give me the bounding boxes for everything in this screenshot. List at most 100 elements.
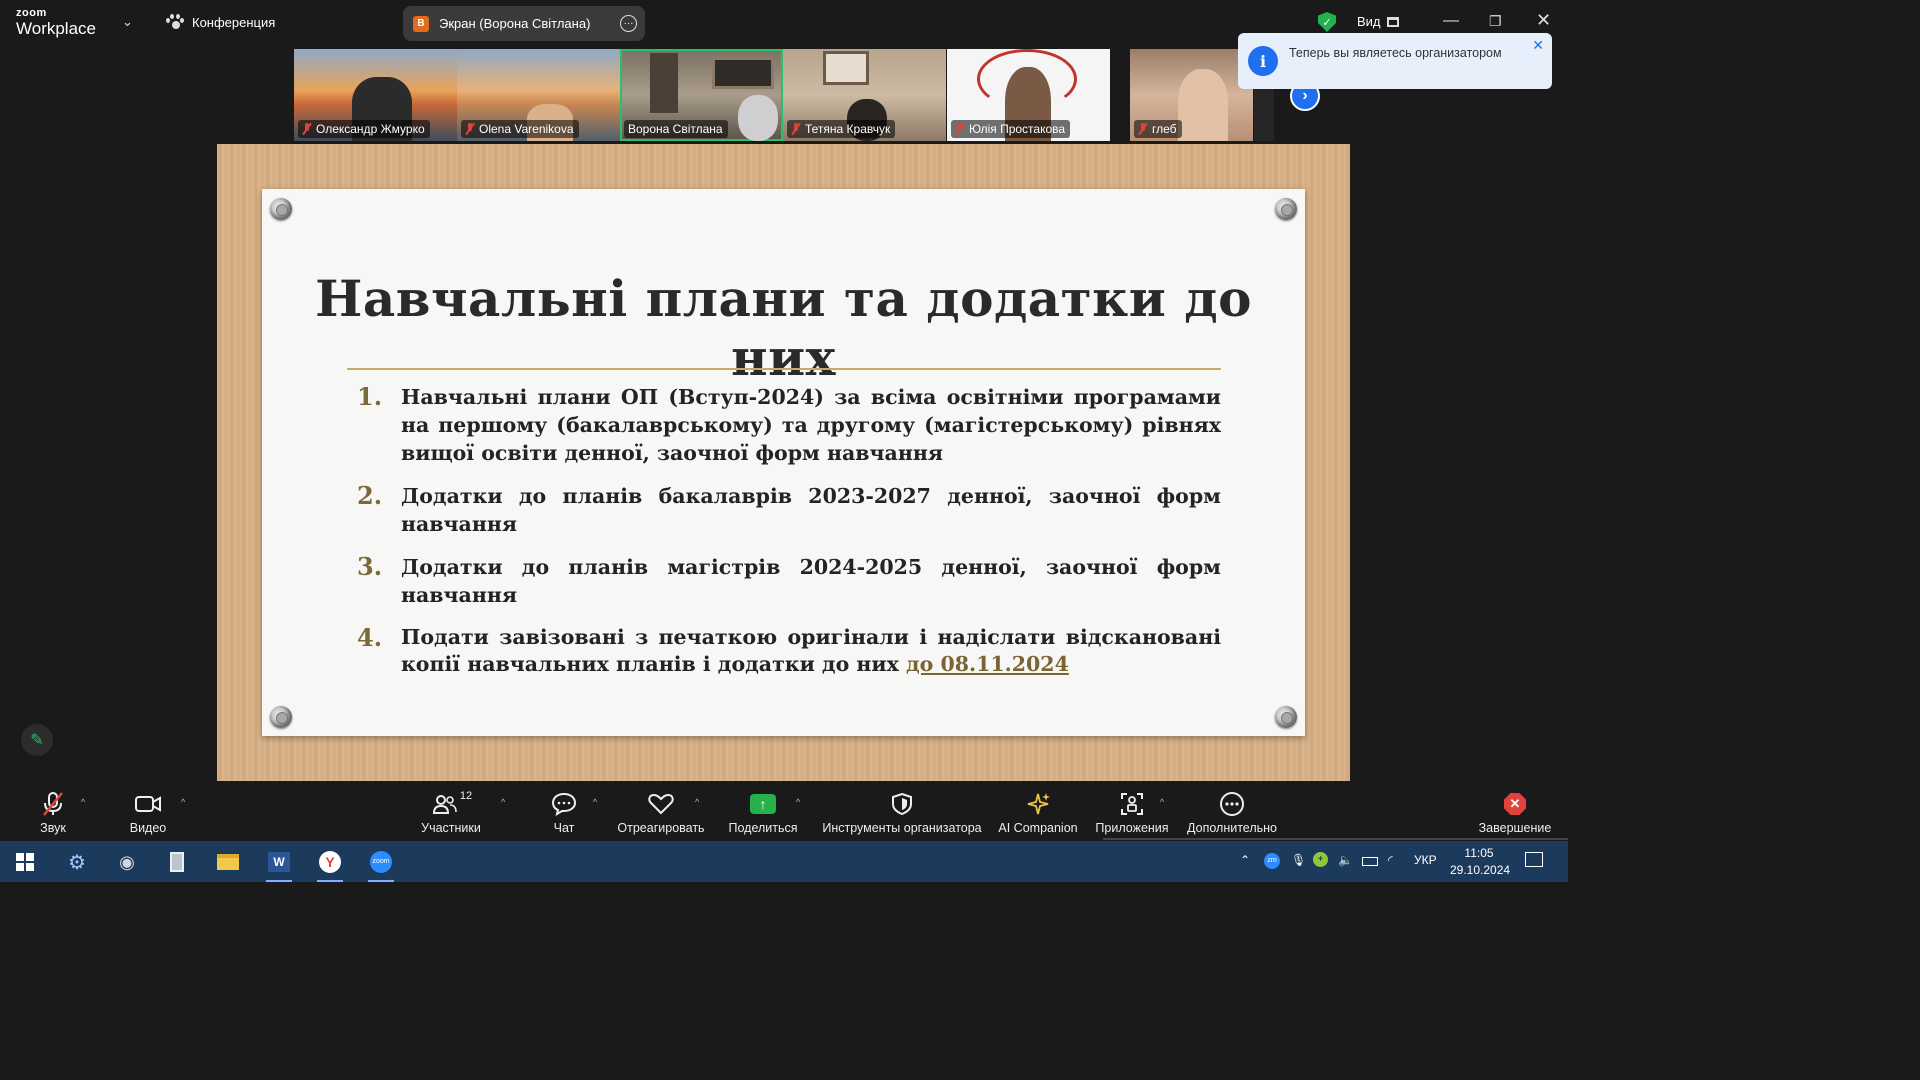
language-indicator[interactable]: УКР <box>1414 853 1437 867</box>
list-text: Навчальні плани ОП (Вступ-2024) за всіма… <box>401 385 1221 465</box>
list-number: 1. <box>357 382 383 411</box>
more-options-icon[interactable]: ··· <box>620 15 637 32</box>
participant-tile[interactable]: Юлія Простакова <box>947 49 1110 141</box>
mic-muted-icon <box>465 123 475 135</box>
paw-icon <box>166 14 184 30</box>
volume-icon[interactable]: 🔈 <box>1338 853 1353 867</box>
notifications-icon[interactable] <box>1525 852 1543 870</box>
tray-expand-chevron-icon[interactable]: ⌃ <box>1240 853 1250 867</box>
annotate-pencil-icon[interactable]: ✎ <box>21 724 53 756</box>
wifi-icon[interactable]: ◜ <box>1388 853 1393 867</box>
list-number: 3. <box>357 552 383 581</box>
mic-muted-icon <box>791 123 801 135</box>
participant-name: глеб <box>1152 122 1177 136</box>
shared-screen: Навчальні плани та додатки до них 1. Нав… <box>217 144 1350 781</box>
share-arrow-icon: ↑ <box>750 794 776 814</box>
react-options-caret-icon[interactable]: ^ <box>695 797 699 807</box>
participants-options-caret-icon[interactable]: ^ <box>501 797 505 807</box>
end-x-icon: ✕ <box>1504 793 1526 815</box>
start-windows-icon[interactable] <box>10 847 40 877</box>
close-notification-icon[interactable]: ✕ <box>1532 37 1544 54</box>
slide-list: 1. Навчальні плани ОП (Вступ-2024) за вс… <box>357 383 1221 691</box>
windows-taskbar: ⚙ ◉ W Y zoom ⌃ zm 🎙 + 🔈 ◜ УКР 11:05 29.1… <box>0 841 1568 882</box>
react-button[interactable]: Отреагировать <box>617 790 705 835</box>
rivet-icon <box>1275 198 1297 220</box>
share-screen-button[interactable]: ↑ Поделиться <box>727 790 799 835</box>
slide-paper: Навчальні плани та додатки до них 1. Нав… <box>262 189 1305 736</box>
participant-video <box>1178 69 1228 141</box>
settings-gear-icon[interactable]: ⚙ <box>62 847 92 877</box>
list-number: 4. <box>357 623 383 652</box>
list-text: Додатки до планів бакалаврів 2023-2027 д… <box>401 484 1221 536</box>
chat-button[interactable]: Чат <box>548 790 580 835</box>
toolbar-underline <box>1103 838 1568 840</box>
participant-name: Olena Varenikova <box>479 122 574 136</box>
participant-tile[interactable]: Олександр Жмурко <box>294 49 457 141</box>
restore-icon[interactable]: ❐ <box>1489 13 1502 30</box>
list-item: 4. Подати завізовані з печаткою оригінал… <box>357 624 1221 678</box>
chat-options-caret-icon[interactable]: ^ <box>593 797 597 807</box>
host-tools-button[interactable]: Инструменты организатора <box>820 790 984 835</box>
participant-name: Тетяна Кравчук <box>805 122 891 136</box>
view-button[interactable]: Вид <box>1357 14 1399 29</box>
heart-icon <box>617 790 705 818</box>
participant-name: Олександр Жмурко <box>316 122 425 136</box>
mic-muted-icon <box>302 123 312 135</box>
yandex-browser-icon[interactable]: Y <box>315 847 345 882</box>
more-dots-icon <box>1186 790 1278 818</box>
screen-share-pill[interactable]: В Экран (Ворона Світлана) ··· <box>403 6 645 41</box>
list-number: 2. <box>357 481 383 510</box>
meeting-info[interactable]: Конференция <box>166 14 275 30</box>
mic-muted-icon <box>955 123 965 135</box>
video-button[interactable]: Видео <box>126 790 170 835</box>
clock-date: 29.10.2024 <box>1450 863 1511 877</box>
participants-count: 12 <box>459 790 473 802</box>
close-icon[interactable]: ✕ <box>1536 10 1551 31</box>
meeting-toolbar: Звук ^ Видео ^ 12 Участники ^ Чат ^ Отре… <box>0 781 1568 840</box>
title-divider <box>347 368 1221 370</box>
list-item: 1. Навчальні плани ОП (Вступ-2024) за вс… <box>357 383 1221 467</box>
chevron-down-icon[interactable]: ⌄ <box>122 14 133 30</box>
system-clock[interactable]: 11:05 29.10.2024 <box>1450 845 1511 879</box>
calculator-icon[interactable] <box>162 847 192 877</box>
screen-share-label: Экран (Ворона Світлана) <box>439 16 591 31</box>
host-shield-icon <box>820 790 984 818</box>
zoom-tray-icon[interactable]: zm <box>1264 851 1280 869</box>
minimize-icon[interactable]: — <box>1443 12 1459 30</box>
chat-bubble-icon <box>548 790 580 818</box>
list-item: 3. Додатки до планів магістрів 2024-2025… <box>357 553 1221 609</box>
file-explorer-folder-icon[interactable] <box>213 847 243 877</box>
participant-name: Юлія Простакова <box>969 122 1066 136</box>
notification-toast: i Теперь вы являетесь организатором ✕ <box>1238 33 1552 89</box>
rivet-icon <box>270 706 292 728</box>
participants-button[interactable]: 12 Участники <box>418 790 484 835</box>
share-options-caret-icon[interactable]: ^ <box>796 797 800 807</box>
security-shield-icon[interactable]: ✓ <box>1318 12 1336 32</box>
presenter-avatar: В <box>413 15 429 32</box>
clock-time: 11:05 <box>1464 846 1494 860</box>
end-meeting-button[interactable]: ✕ Завершение <box>1478 790 1552 835</box>
sparkle-icon <box>997 790 1079 818</box>
zoom-logo[interactable]: zoom Workplace <box>16 8 96 38</box>
participant-tile[interactable]: глеб <box>1130 49 1253 141</box>
zoom-app-icon[interactable]: zoom <box>366 847 396 882</box>
video-options-caret-icon[interactable]: ^ <box>181 797 185 807</box>
participant-tile[interactable]: Olena Varenikova <box>457 49 620 141</box>
rivet-icon <box>270 198 292 220</box>
ai-companion-button[interactable]: AI Companion <box>997 790 1079 835</box>
apps-options-caret-icon[interactable]: ^ <box>1160 797 1164 807</box>
more-button[interactable]: Дополнительно <box>1186 790 1278 835</box>
word-icon[interactable]: W <box>264 847 294 882</box>
list-text: Додатки до планів магістрів 2024-2025 де… <box>401 555 1221 607</box>
list-text: Подати завізовані з печаткою оригінали і… <box>401 625 1221 676</box>
security-tray-icon[interactable]: + <box>1313 851 1328 867</box>
microphone-tray-icon[interactable]: 🎙 <box>1291 853 1306 867</box>
participant-tile-active[interactable]: Ворона Світлана <box>620 49 783 141</box>
battery-icon[interactable] <box>1362 855 1378 869</box>
participant-tile[interactable]: Тетяна Кравчук <box>783 49 946 141</box>
network-globe-icon[interactable]: ◉ <box>112 847 142 877</box>
audio-button[interactable]: Звук <box>33 790 73 835</box>
participant-name: Ворона Світлана <box>628 122 723 136</box>
audio-options-caret-icon[interactable]: ^ <box>81 797 85 807</box>
notification-text: Теперь вы являетесь организатором <box>1289 46 1502 60</box>
